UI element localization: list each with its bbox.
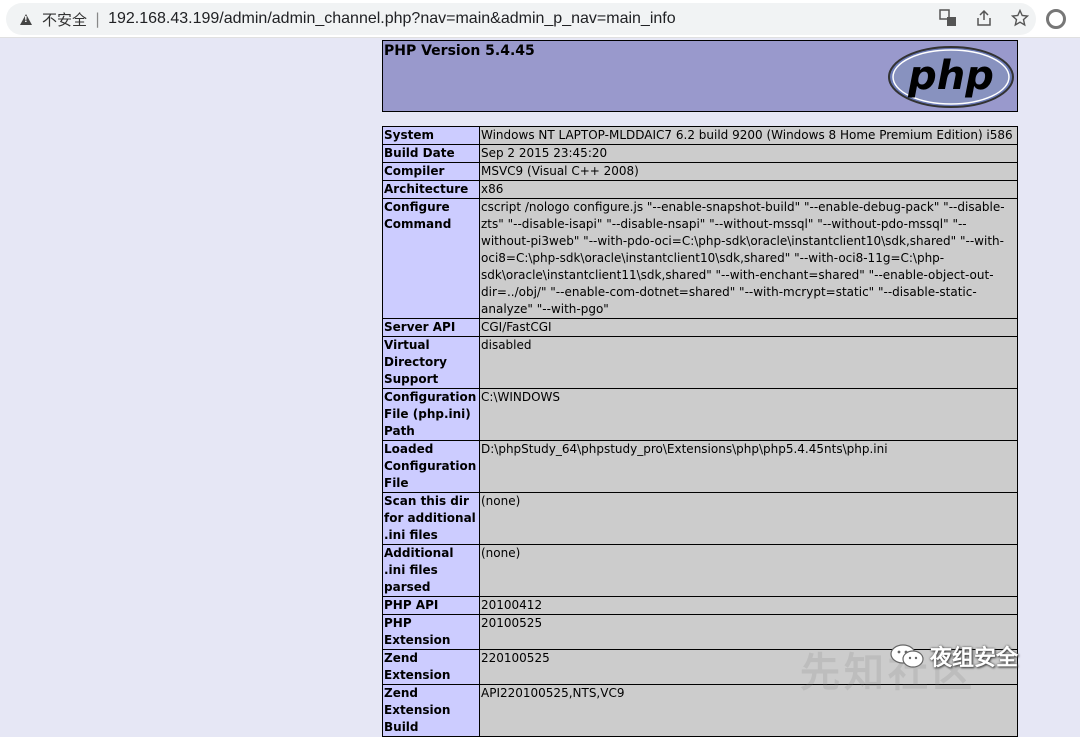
share-icon[interactable] [974,8,994,28]
browser-toolbar: 不安全 | 192.168.43.199/admin/admin_channel… [0,0,1080,38]
row-key: Server API [382,318,480,337]
php-logo-icon: php [888,46,1014,108]
page-title: PHP Version 5.4.45 [384,43,535,59]
row-value: x86 [479,180,1018,199]
row-value: C:\WINDOWS [479,388,1018,441]
row-value: (none) [479,544,1018,597]
row-key: Zend Extension [382,649,480,685]
phpinfo-page: PHP Version 5.4.45 php System Windows NT … [382,40,1018,737]
table-row: Server API CGI/FastCGI [382,318,1018,337]
row-value: 20100412 [479,596,1018,615]
table-row: Compiler MSVC9 (Visual C++ 2008) [382,162,1018,181]
row-value: (none) [479,492,1018,545]
row-value: CGI/FastCGI [479,318,1018,337]
table-row: Virtual Directory Support disabled [382,336,1018,389]
table-row: System Windows NT LAPTOP-MLDDAIC7 6.2 bui… [382,126,1018,145]
row-key: System [382,126,480,145]
phpinfo-header: PHP Version 5.4.45 php [382,40,1018,112]
row-value: MSVC9 (Visual C++ 2008) [479,162,1018,181]
row-value: D:\phpStudy_64\phpstudy_pro\Extensions\p… [479,440,1018,493]
table-row: Architecture x86 [382,180,1018,199]
translate-icon[interactable] [938,8,958,28]
table-row: Additional .ini files parsed (none) [382,544,1018,597]
table-row: Configuration File (php.ini) Path C:\WIND… [382,388,1018,441]
row-key: Architecture [382,180,480,199]
row-key: Configuration File (php.ini) Path [382,388,480,441]
row-key: Configure Command [382,198,480,319]
insecure-label[interactable]: 不安全 [42,9,87,30]
row-key: Compiler [382,162,480,181]
row-value: Sep 2 2015 23:45:20 [479,144,1018,163]
toolbar-icons [938,8,1030,28]
profile-icon[interactable] [1046,9,1066,29]
row-key: Virtual Directory Support [382,336,480,389]
url-text[interactable]: 192.168.43.199/admin/admin_channel.php?n… [108,10,676,28]
row-key: PHP API [382,596,480,615]
url-separator: | [95,10,101,28]
warning-icon[interactable] [20,13,32,25]
row-key: Scan this dir for additional .ini files [382,492,480,545]
row-key: PHP Extension [382,614,480,650]
row-key: Zend Extension Build [382,684,480,737]
row-value: cscript /nologo configure.js "--enable-s… [479,198,1018,319]
watermark: 夜组安全 [890,640,1018,672]
table-row: Loaded Configuration File D:\phpStudy_64\… [382,440,1018,493]
row-value: disabled [479,336,1018,389]
watermark-text: 夜组安全 [930,646,1019,671]
php-logo-text: php [907,53,994,99]
row-key: Loaded Configuration File [382,440,480,493]
row-key: Additional .ini files parsed [382,544,480,597]
bookmark-star-icon[interactable] [1010,8,1030,28]
table-row: Configure Command cscript /nologo configu… [382,198,1018,319]
row-key: Build Date [382,144,480,163]
table-row: Scan this dir for additional .ini files(… [382,492,1018,545]
row-value: Windows NT LAPTOP-MLDDAIC7 6.2 build 920… [479,126,1018,145]
table-row: PHP API 20100412 [382,596,1018,615]
wechat-icon [890,644,924,668]
table-row: Build Date Sep 2 2015 23:45:20 [382,144,1018,163]
address-bar[interactable]: 不安全 | 192.168.43.199/admin/admin_channel… [6,3,1036,35]
